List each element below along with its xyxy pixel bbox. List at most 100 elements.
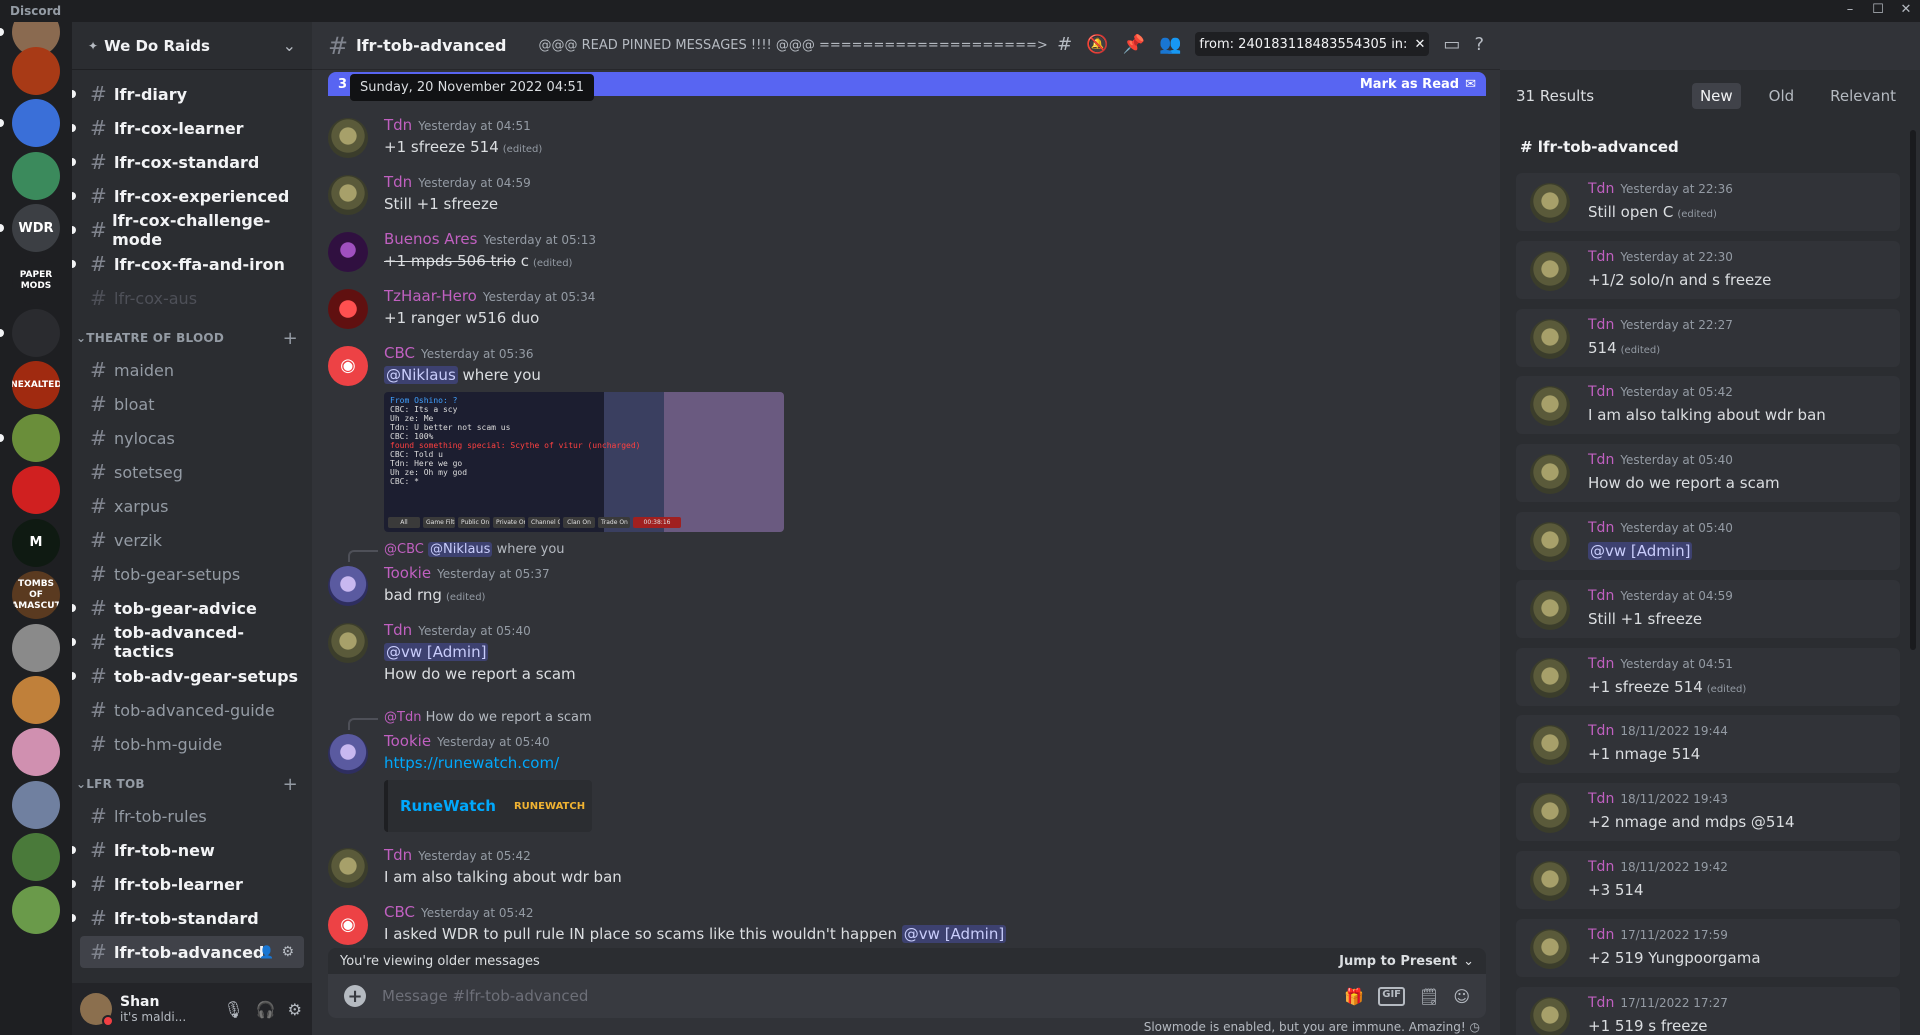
server-icon[interactable]	[12, 151, 60, 200]
headphones-icon[interactable]: 🎧	[256, 1000, 276, 1019]
channel-item[interactable]: # tob-advanced-tactics	[72, 623, 304, 661]
emoji-icon[interactable]: ☺	[1453, 987, 1470, 1006]
gear-icon[interactable]: ⚙	[288, 1000, 302, 1019]
mark-as-read-button[interactable]: Mark as Read	[1360, 77, 1459, 92]
server-icon[interactable]	[12, 833, 60, 882]
message-author[interactable]: Buenos Ares	[384, 230, 477, 248]
channel-item[interactable]: # bloat	[80, 388, 304, 420]
avatar[interactable]	[328, 734, 368, 774]
message-author[interactable]: Tdn	[384, 846, 412, 864]
channel-item[interactable]: # maiden	[80, 354, 304, 386]
search-result[interactable]: Tdn 18/11/2022 19:43 +2 nmage and mdps @51…	[1516, 783, 1900, 842]
search-result[interactable]: Tdn 18/11/2022 19:44 +1 nmage 514	[1516, 715, 1900, 774]
avatar[interactable]	[328, 289, 368, 329]
category-header[interactable]: ⌄ THEATRE OF BLOOD +	[72, 326, 312, 350]
search-result[interactable]: Tdn 17/11/2022 17:27 +1 519 s freeze	[1516, 986, 1900, 1035]
channel-item[interactable]: # tob-gear-setups	[80, 558, 304, 590]
search-result[interactable]: Tdn Yesterday at 22:27 514 (edited)	[1516, 308, 1900, 367]
avatar[interactable]	[328, 175, 368, 215]
avatar[interactable]	[80, 993, 114, 1027]
channel-item[interactable]: # lfr-tob-rules	[80, 800, 304, 832]
avatar[interactable]: ◉	[328, 346, 368, 386]
close-window-button[interactable]: ✕	[1892, 0, 1920, 22]
channel-item[interactable]: # lfr-diary	[72, 78, 304, 110]
threads-icon[interactable]: #	[1057, 34, 1072, 55]
channel-item[interactable]: # lfr-cox-standard	[72, 146, 304, 178]
image-attachment[interactable]: From Oshino: ? CBC: Its a scy Uh ze: Me Tdn…	[384, 392, 784, 532]
sort-tab-relevant[interactable]: Relevant	[1822, 83, 1904, 109]
server-icon[interactable]	[12, 46, 60, 95]
avatar[interactable]	[328, 232, 368, 272]
channel-item[interactable]: # lfr-tob-learner	[72, 868, 304, 900]
server-icon[interactable]: NEXALTED	[12, 361, 60, 410]
link-embed[interactable]: RuneWatch RUNEWATCH	[384, 780, 592, 832]
gif-icon[interactable]: GIF	[1378, 986, 1405, 1006]
guild-header[interactable]: ✦ We Do Raids ⌄	[72, 22, 312, 70]
inbox-icon[interactable]: ▭	[1443, 34, 1460, 55]
sticker-icon[interactable]: 🗒	[1419, 987, 1439, 1006]
channel-item[interactable]: # tob-adv-gear-setups	[72, 660, 304, 692]
results-scrollbar[interactable]	[1910, 130, 1916, 650]
add-channel-icon[interactable]: +	[283, 774, 298, 795]
avatar[interactable]: ◉	[328, 905, 368, 945]
channel-item[interactable]: # tob-advanced-guide	[80, 694, 304, 726]
category-header[interactable]: ⌄ LFR TOB +	[72, 772, 312, 796]
channel-item[interactable]: # tob-hm-guide	[80, 728, 304, 760]
avatar[interactable]	[328, 623, 368, 663]
search-result[interactable]: Tdn 18/11/2022 19:42 +3 514	[1516, 851, 1900, 909]
clear-search-icon[interactable]: ✕	[1415, 37, 1426, 52]
server-icon[interactable]	[12, 728, 60, 777]
search-result[interactable]: Tdn Yesterday at 22:30 +1/2 solo/n and s f…	[1516, 240, 1900, 299]
server-icon[interactable]	[12, 623, 60, 672]
message-author[interactable]: Tdn	[384, 116, 412, 134]
channel-topic[interactable]: @@@ READ PINNED MESSAGES !!!! @@@ ======…	[538, 38, 1047, 53]
message-author[interactable]: Tookie	[384, 564, 431, 582]
search-result[interactable]: Tdn Yesterday at 04:51 +1 sfreeze 514 (edit…	[1516, 647, 1900, 706]
avatar[interactable]	[328, 566, 368, 606]
chevron-down-icon[interactable]: ⌄	[1463, 954, 1474, 969]
gift-icon[interactable]: 🎁	[1344, 987, 1364, 1006]
search-result[interactable]: Tdn 17/11/2022 17:59 +2 519 Yungpoorgama	[1516, 918, 1900, 977]
channel-item[interactable]: # lfr-tob-new	[72, 834, 304, 866]
add-channel-icon[interactable]: +	[283, 328, 298, 349]
members-icon[interactable]: 👥	[1159, 34, 1181, 55]
embed-title[interactable]: RuneWatch	[400, 797, 496, 815]
reply-preview[interactable]: @Tdn How do we report a scam	[348, 710, 592, 730]
channel-item[interactable]: # nylocas	[80, 422, 304, 454]
server-icon[interactable]	[12, 466, 60, 515]
search-result[interactable]: Tdn Yesterday at 05:40 @vw [Admin]	[1516, 512, 1900, 570]
message-author[interactable]: CBC	[384, 344, 415, 362]
minimize-button[interactable]: –	[1836, 0, 1864, 22]
mention[interactable]: @Niklaus	[384, 366, 458, 384]
pin-icon[interactable]: 📌	[1123, 34, 1145, 55]
channel-item[interactable]: # lfr-cox-experienced	[72, 180, 304, 212]
mention[interactable]: @vw [Admin]	[901, 925, 1007, 943]
channel-item[interactable]: # lfr-cox-aus	[80, 282, 304, 314]
server-icon[interactable]	[12, 99, 60, 148]
chevron-down-icon[interactable]: ⌄	[283, 36, 296, 55]
sort-tab-old[interactable]: Old	[1761, 83, 1803, 109]
channel-item[interactable]: # lfr-tob-advanced 👤 ⚙	[80, 936, 304, 968]
channel-item[interactable]: # lfr-cox-ffa-and-iron	[72, 248, 304, 280]
channel-item[interactable]: # xarpus	[80, 490, 304, 522]
message-link[interactable]: https://runewatch.com/	[384, 754, 559, 772]
maximize-button[interactable]: ☐	[1864, 0, 1892, 22]
notification-bell-muted-icon[interactable]: 🔕	[1086, 34, 1108, 55]
microphone-icon[interactable]: 🎙	[223, 1000, 243, 1019]
results-channel[interactable]: # lfr-tob-advanced	[1500, 122, 1920, 164]
jump-to-present-button[interactable]: Jump to Present	[1339, 954, 1457, 969]
sort-tab-new[interactable]: New	[1691, 83, 1741, 109]
gear-icon[interactable]: ⚙	[281, 944, 294, 960]
search-result[interactable]: Tdn Yesterday at 05:42 I am also talking a…	[1516, 376, 1900, 435]
reply-preview[interactable]: @CBC @Niklaus where you	[348, 542, 565, 562]
message-author[interactable]: TzHaar-Hero	[384, 287, 477, 305]
channel-item[interactable]: # lfr-cox-challenge-mode	[72, 211, 304, 249]
avatar[interactable]	[328, 848, 368, 888]
message-author[interactable]: Tookie	[384, 732, 431, 750]
message-input[interactable]	[382, 987, 1345, 1005]
channel-item[interactable]: # sotetseg	[80, 456, 304, 488]
message-author[interactable]: Tdn	[384, 621, 412, 639]
search-result[interactable]: Tdn Yesterday at 04:59 Still +1 sfreeze	[1516, 579, 1900, 638]
channel-item[interactable]: # verzik	[80, 524, 304, 556]
server-icon[interactable]	[12, 780, 60, 829]
